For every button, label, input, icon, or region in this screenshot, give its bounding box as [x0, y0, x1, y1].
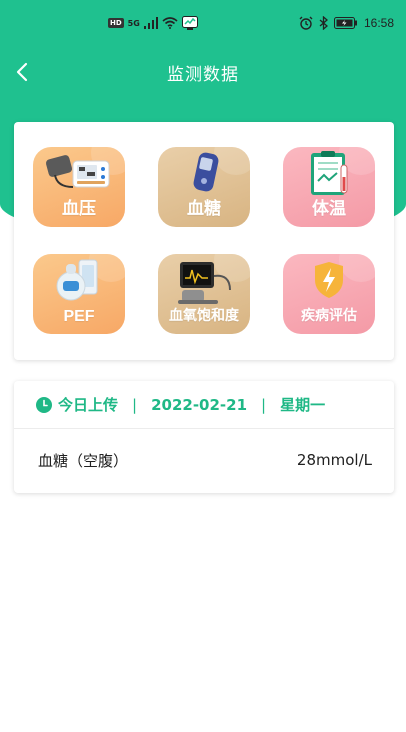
back-button[interactable] — [8, 58, 36, 86]
network-type: 5G — [127, 18, 140, 28]
clock-time: 16:58 — [363, 16, 394, 30]
app-notification-icon — [181, 16, 198, 30]
status-right: 16:58 — [299, 16, 394, 30]
upload-title: 今日上传 — [58, 396, 119, 414]
status-left: HD 5G — [108, 16, 198, 30]
tile-label: 血糖 — [187, 199, 221, 219]
today-upload-card: 今日上传 | 2022-02-21 | 星期一 血糖（空腹） 28mmol/L — [14, 381, 394, 493]
upload-date: 2022-02-21 — [151, 395, 248, 414]
status-bar: HD 5G 16:58 — [0, 0, 406, 46]
shield-lightning-icon — [315, 254, 375, 298]
record-row[interactable]: 血糖（空腹） 28mmol/L — [14, 429, 394, 491]
tile-pef[interactable]: PEF — [33, 254, 125, 334]
battery-icon — [333, 17, 358, 29]
chevron-left-icon — [16, 62, 28, 82]
tile-disease-assessment[interactable]: 疾病评估 — [283, 254, 375, 334]
tile-label: 疾病评估 — [301, 308, 357, 324]
device-grid-card: 血压 血糖 体温 PEF 血氧饱和度 疾病评估 — [14, 122, 394, 360]
tile-oxygen-saturation[interactable]: 血氧饱和度 — [158, 254, 250, 334]
page-title: 监测数据 — [167, 64, 239, 85]
separator: | — [261, 395, 267, 414]
upload-weekday: 星期一 — [280, 396, 326, 414]
upload-header: 今日上传 | 2022-02-21 | 星期一 — [14, 381, 394, 429]
tile-temperature[interactable]: 体温 — [283, 147, 375, 227]
clock-icon — [36, 396, 52, 413]
record-value: 28mmol/L — [296, 451, 372, 469]
tile-label: 血压 — [62, 199, 96, 219]
tile-blood-pressure[interactable]: 血压 — [33, 147, 125, 227]
tile-label: 血氧饱和度 — [169, 308, 239, 324]
signal-icon — [143, 17, 158, 29]
tile-blood-sugar[interactable]: 血糖 — [158, 147, 250, 227]
alarm-clock-icon — [299, 16, 313, 30]
wifi-icon — [162, 17, 178, 29]
bluetooth-icon — [319, 16, 328, 30]
pulse-oximeter-icon — [178, 254, 250, 304]
tile-label: PEF — [63, 308, 95, 325]
hd-badge: HD — [108, 18, 124, 28]
separator: | — [132, 395, 138, 414]
tile-label: 体温 — [312, 199, 346, 219]
navigation-bar: 监测数据 — [0, 50, 406, 94]
record-name: 血糖（空腹） — [38, 451, 129, 470]
peak-flow-meter-icon — [56, 254, 125, 301]
